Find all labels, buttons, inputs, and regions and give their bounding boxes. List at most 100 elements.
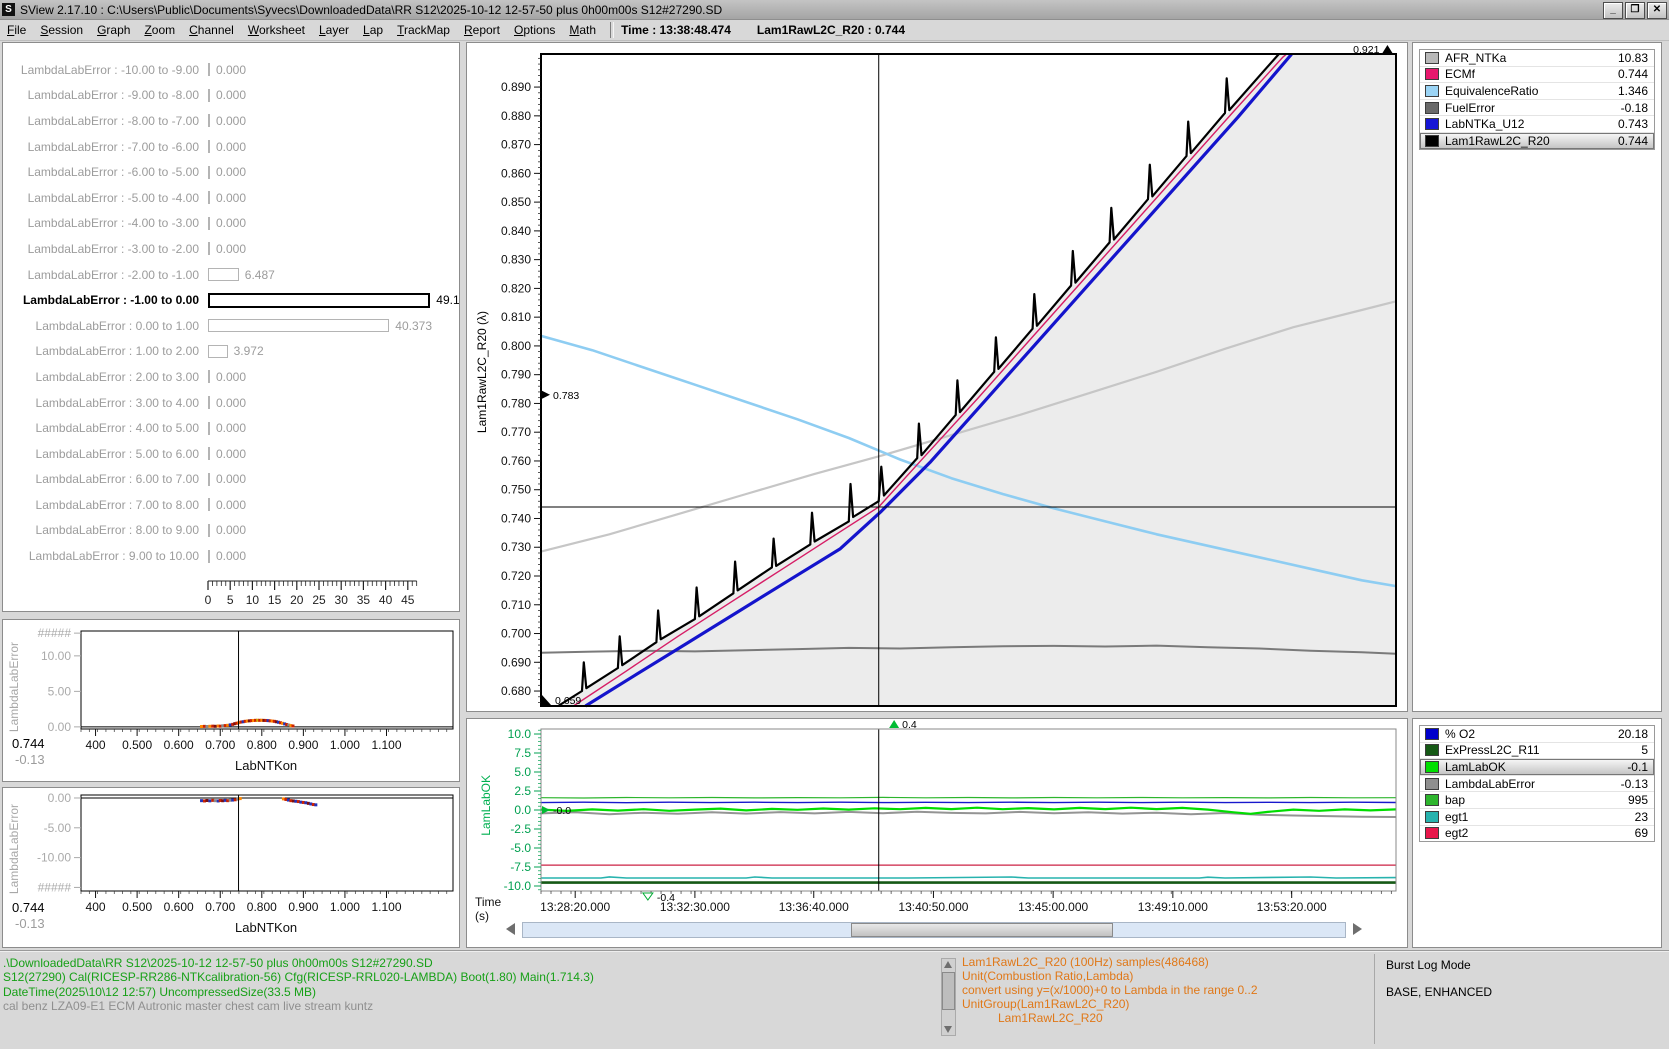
channel-unit-info: Lam1RawL2C_R20 (100Hz) samples(486468)Un… (962, 955, 1258, 1025)
histogram-row[interactable]: LambdaLabError : 3.00 to 4.000.000 (3, 390, 459, 416)
histogram-row[interactable]: LambdaLabError : 6.00 to 7.000.000 (3, 467, 459, 493)
scroll-up-icon[interactable] (944, 961, 952, 968)
channel-value: -0.18 (1621, 101, 1654, 115)
histogram-row[interactable]: LambdaLabError : 1.00 to 2.003.972 (3, 339, 459, 365)
histogram-row[interactable]: LambdaLabError : -10.00 to -9.000.000 (3, 57, 459, 83)
svg-text:1.000: 1.000 (330, 900, 360, 914)
svg-text:0.700: 0.700 (205, 900, 235, 914)
histogram-zero-tick (208, 447, 210, 460)
histogram-panel: LambdaLabError : -10.00 to -9.000.000Lam… (2, 42, 460, 612)
channel-row[interactable]: LabNTKa_U120.743 (1420, 116, 1654, 133)
histogram-bin-label: LambdaLabError : -5.00 to -4.00 (3, 191, 208, 205)
channel-row[interactable]: bap995 (1420, 792, 1654, 809)
scrollbar-track[interactable] (522, 922, 1346, 938)
menu-lap[interactable]: Lap (356, 23, 390, 37)
maximize-button[interactable]: ❐ (1625, 2, 1645, 19)
histogram-bin-value: 0.000 (216, 114, 246, 128)
strip-chart[interactable]: 10.07.55.02.50.0-2.5-5.0-7.5-10.013:28:2… (467, 719, 1407, 919)
scroll-right-icon[interactable] (1353, 923, 1362, 935)
close-button[interactable]: ✕ (1647, 2, 1667, 19)
histogram-zero-tick (208, 524, 210, 537)
histogram-row[interactable]: LambdaLabError : 9.00 to 10.000.000 (3, 543, 459, 569)
histogram-row[interactable]: LambdaLabError : -3.00 to -2.000.000 (3, 236, 459, 262)
histogram-row[interactable]: LambdaLabError : -7.00 to -6.000.000 (3, 134, 459, 160)
histogram-row[interactable]: LambdaLabError : -9.00 to -8.000.000 (3, 83, 459, 109)
svg-text:0.659: 0.659 (555, 695, 581, 707)
histogram-bin-value: 0.000 (216, 396, 246, 410)
channel-row[interactable]: AFR_NTKa10.83 (1420, 50, 1654, 67)
footer-info-line: .\DownloadedData\RR S12\2025-10-12 12-57… (3, 956, 594, 970)
menu-session[interactable]: Session (33, 23, 90, 37)
histogram-bin-value: 0.000 (216, 421, 246, 435)
minimize-button[interactable]: _ (1603, 2, 1623, 19)
scatter-plot-top[interactable]: #####10.005.000.004000.5000.6000.7000.80… (3, 620, 459, 781)
channel-color-swatch (1425, 102, 1439, 114)
histogram-row[interactable]: LambdaLabError : -4.00 to -3.000.000 (3, 211, 459, 237)
histogram-row[interactable]: LambdaLabError : -6.00 to -5.000.000 (3, 159, 459, 185)
svg-text:0.780: 0.780 (501, 396, 531, 410)
histogram-bin-value: 0.000 (216, 63, 246, 77)
time-scrollbar[interactable] (506, 922, 1362, 937)
histogram-zero-tick (208, 166, 210, 179)
histogram-bin-value: 0.000 (216, 370, 246, 384)
histogram-row[interactable]: LambdaLabError : -8.00 to -7.000.000 (3, 108, 459, 134)
menu-layer[interactable]: Layer (312, 23, 356, 37)
scroll-down-icon[interactable] (944, 1026, 952, 1033)
channel-row[interactable]: egt269 (1420, 826, 1654, 842)
scroll-left-icon[interactable] (506, 923, 515, 935)
menu-channel[interactable]: Channel (182, 23, 241, 37)
channel-info-scrollbar[interactable] (941, 958, 956, 1036)
channel-unit-line: Lam1RawL2C_R20 (100Hz) samples(486468) (962, 955, 1258, 969)
svg-text:40: 40 (379, 593, 393, 607)
cursor-status: Time : 13:38:48.474Lam1RawL2C_R20 : 0.74… (621, 23, 905, 37)
histogram-row[interactable]: LambdaLabError : 7.00 to 8.000.000 (3, 492, 459, 518)
histogram-bin-value: 0.000 (216, 165, 246, 179)
channel-row[interactable]: ExPressL2C_R115 (1420, 743, 1654, 760)
histogram-bin-value: 6.487 (245, 268, 275, 282)
menu-report[interactable]: Report (457, 23, 507, 37)
histogram-row[interactable]: LambdaLabError : 0.00 to 1.0040.373 (3, 313, 459, 339)
histogram-bar-zone: 0.000 (208, 241, 459, 256)
channel-row[interactable]: FuelError-0.18 (1420, 100, 1654, 117)
channel-name: LamLabOK (1445, 760, 1627, 774)
histogram-bin-label: LambdaLabError : 2.00 to 3.00 (3, 370, 208, 384)
histogram-bar-zone: 0.000 (208, 395, 459, 410)
channel-row[interactable]: % O220.18 (1420, 726, 1654, 743)
histogram-row[interactable]: LambdaLabError : -1.00 to 0.0049.168 (3, 287, 459, 313)
histogram-row[interactable]: LambdaLabError : -2.00 to -1.006.487 (3, 262, 459, 288)
scatter-plot-bottom[interactable]: 0.00-5.00-10.00#####4000.5000.6000.7000.… (3, 788, 459, 947)
svg-text:0.783: 0.783 (553, 390, 579, 402)
channel-row[interactable]: LamLabOK-0.1 (1420, 759, 1654, 776)
scrollbar-thumb[interactable] (851, 923, 1113, 937)
histogram-zero-tick (208, 498, 210, 511)
menu-trackmap[interactable]: TrackMap (390, 23, 457, 37)
histogram-row[interactable]: LambdaLabError : 5.00 to 6.000.000 (3, 441, 459, 467)
channel-name: EquivalenceRatio (1445, 84, 1618, 98)
menu-graph[interactable]: Graph (90, 23, 137, 37)
histogram-bar-zone: 0.000 (208, 62, 459, 77)
histogram-row[interactable]: LambdaLabError : 4.00 to 5.000.000 (3, 415, 459, 441)
main-chart[interactable]: 0.8900.8800.8700.8600.8500.8400.8300.820… (467, 43, 1407, 711)
histogram-row[interactable]: LambdaLabError : 2.00 to 3.00 0.000 (3, 364, 459, 390)
menu-worksheet[interactable]: Worksheet (241, 23, 312, 37)
histogram-row[interactable]: LambdaLabError : 8.00 to 9.000.000 (3, 518, 459, 544)
histogram-row[interactable]: LambdaLabError : -5.00 to -4.000.000 (3, 185, 459, 211)
channel-row[interactable]: EquivalenceRatio1.346 (1420, 83, 1654, 100)
svg-text:2.5: 2.5 (514, 784, 531, 798)
histogram-zero-tick (208, 191, 210, 204)
histogram-bar-zone: 0.000 (208, 139, 459, 154)
menu-options[interactable]: Options (507, 23, 562, 37)
menu-file[interactable]: File (0, 23, 33, 37)
menu-zoom[interactable]: Zoom (137, 23, 182, 37)
channel-row[interactable]: LambdaLabError-0.13 (1420, 776, 1654, 793)
channel-unit-line: Lam1RawL2C_R20 (962, 1011, 1258, 1025)
channel-info-scroll-thumb[interactable] (942, 972, 955, 1010)
menu-math[interactable]: Math (562, 23, 603, 37)
channel-row[interactable]: Lam1RawL2C_R200.744 (1420, 133, 1654, 149)
channel-row[interactable]: egt123 (1420, 809, 1654, 826)
histogram-zero-tick (208, 217, 210, 230)
channel-name: ECMf (1445, 67, 1618, 81)
scatter-bottom-xlabel: LabNTKon (235, 920, 297, 935)
channel-row[interactable]: ECMf0.744 (1420, 67, 1654, 84)
channel-color-swatch (1425, 811, 1439, 823)
